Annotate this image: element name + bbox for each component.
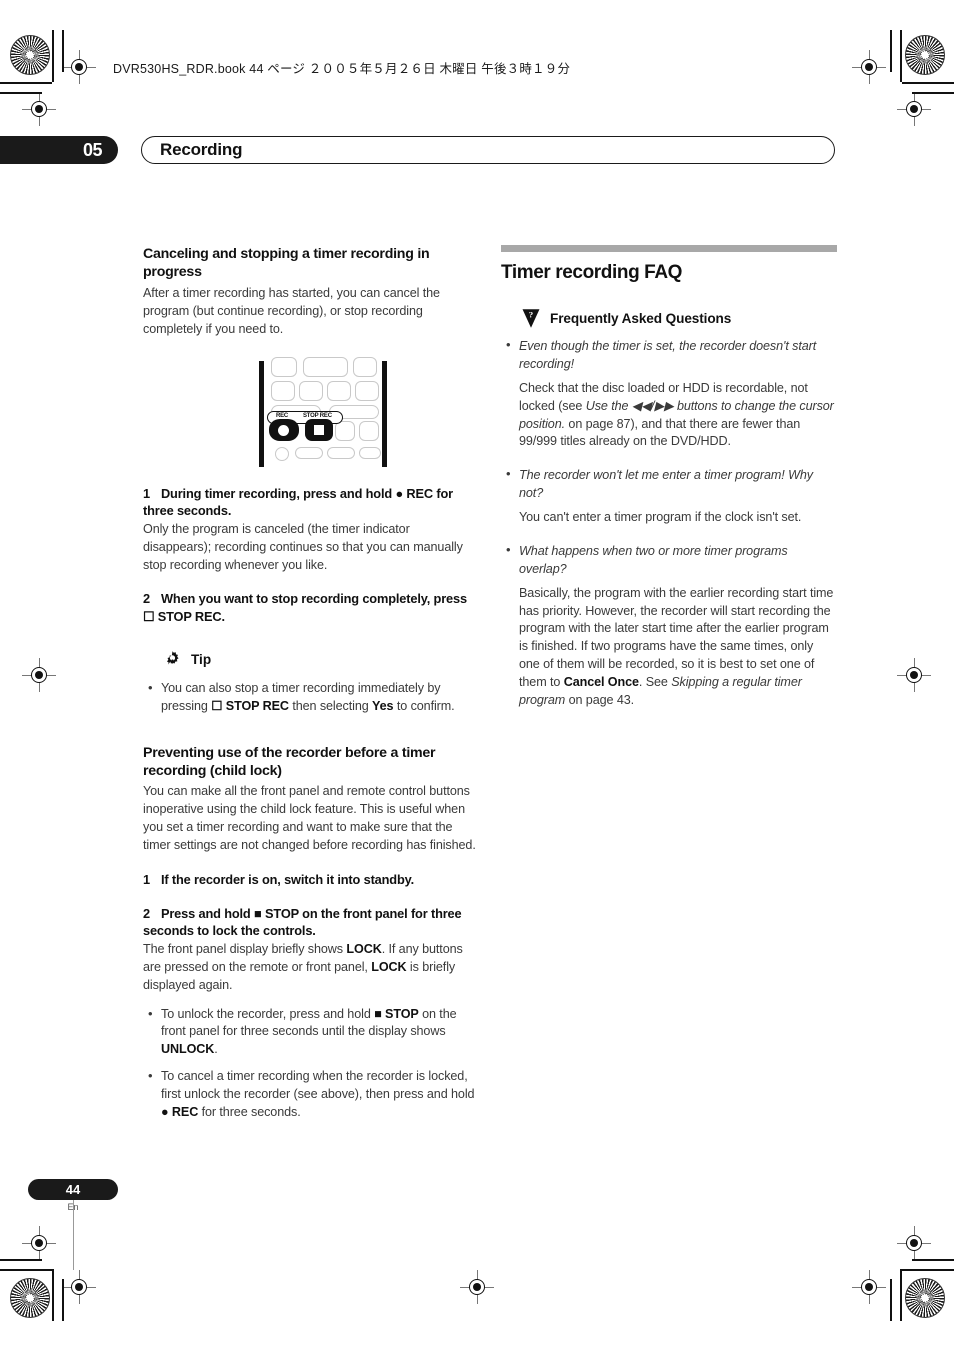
- faq-answer: Basically, the program with the earlier …: [519, 585, 834, 707]
- remote-button-r5c1: [275, 446, 289, 461]
- registration-mark-top-left: [62, 50, 96, 84]
- faq-answer: You can't enter a timer program if the c…: [519, 510, 802, 524]
- step-number: 2: [143, 905, 150, 921]
- faq-section-title: Timer recording FAQ: [501, 262, 683, 283]
- stop-rec-button-highlighted[interactable]: [305, 418, 333, 441]
- child-lock-bullet-unlock: To unlock the recorder, press and hold ■…: [143, 1005, 479, 1060]
- faq-item: Even though the timer is set, the record…: [501, 337, 837, 451]
- registration-mark-bottom-left-upper: [22, 1226, 56, 1260]
- rec-label: REC: [276, 412, 289, 419]
- step-2-child-lock: 2 Press and hold ■ STOP on the front pane…: [143, 905, 479, 940]
- faq-label: Frequently Asked Questions: [550, 311, 732, 326]
- left-column: Canceling and stopping a timer recording…: [143, 245, 479, 1131]
- rec-button-highlighted[interactable]: [269, 418, 299, 441]
- faq-answer: Check that the disc loaded or HDD is rec…: [519, 380, 834, 449]
- step-1-canceling: 1 During timer recording, press and hold …: [143, 485, 479, 520]
- registration-mark-bottom-center: [460, 1270, 494, 1304]
- step-text: If the recorder is on, switch it into st…: [160, 871, 415, 887]
- faq-question: What happens when two or more timer prog…: [519, 543, 788, 576]
- chapter-number: 05: [82, 139, 103, 160]
- step-1-body-canceling: Only the program is canceled (the timer …: [143, 521, 463, 572]
- print-density-target-bottom-left: [10, 1278, 50, 1318]
- child-lock-bullet-cancel: To cancel a timer recording when the rec…: [143, 1067, 479, 1122]
- step-text: When you want to stop recording complete…: [143, 591, 467, 625]
- chapter-number-badge: 05: [0, 136, 118, 164]
- registration-mark-mid-left: [22, 658, 56, 692]
- page-title: Recording: [160, 140, 243, 159]
- remote-right-edge: [382, 360, 387, 467]
- tip-block: Tip You can also stop a timer recording …: [143, 650, 479, 716]
- faq-item: What happens when two or more timer prog…: [501, 542, 837, 710]
- remote-button-r2c3: [327, 380, 351, 401]
- step-number: 2: [143, 591, 150, 607]
- remote-button-r5c2: [295, 446, 323, 459]
- faq-header: ? Frequently Asked Questions: [501, 308, 837, 329]
- remote-button-r2c2: [299, 380, 323, 401]
- remote-button-r2c1: [271, 380, 295, 401]
- step-1-child-lock: 1 If the recorder is on, switch it into s…: [143, 871, 479, 889]
- svg-text:?: ?: [529, 310, 533, 320]
- tip-header: Tip: [143, 650, 479, 669]
- registration-mark-top-left-lower: [22, 92, 56, 126]
- child-lock-bullet-list: To unlock the recorder, press and hold ■…: [143, 1005, 479, 1122]
- chapter-title-bar: Recording: [141, 136, 835, 164]
- faq-item: The recorder won't let me enter a timer …: [501, 466, 837, 527]
- tip-bullet-list: You can also stop a timer recording imme…: [143, 679, 479, 716]
- gear-icon: [163, 650, 182, 669]
- print-density-target-top-left: [10, 35, 50, 75]
- step-text: Press and hold ■ STOP on the front panel…: [143, 905, 462, 939]
- question-mark-triangle-icon: ?: [521, 308, 541, 329]
- registration-mark-bottom-right-upper: [897, 1226, 931, 1260]
- remote-button-r1c2: [303, 356, 348, 377]
- remote-button-r1c1: [271, 356, 297, 377]
- book-info-header: DVR530HS_RDR.book 44 ページ ２００５年５月２６日 木曜日 …: [113, 62, 571, 76]
- page-number-badge: 44: [28, 1179, 118, 1200]
- section-divider-rule: [501, 245, 837, 252]
- print-density-target-bottom-right: [905, 1278, 945, 1318]
- step-text: During timer recording, press and hold ●…: [143, 485, 454, 519]
- section-intro-canceling: After a timer recording has started, you…: [143, 285, 440, 336]
- section-heading-canceling-timer: Canceling and stopping a timer recording…: [143, 246, 430, 281]
- remote-button-r4c4: [359, 420, 379, 441]
- step-2-canceling: 2 When you want to stop recording complet…: [143, 590, 479, 625]
- footer-rule-vertical: [73, 1200, 74, 1270]
- remote-control-diagram: REC STOP REC: [253, 356, 393, 469]
- registration-mark-bottom-left: [62, 1270, 96, 1304]
- section-intro-child-lock: You can make all the front panel and rem…: [143, 784, 476, 853]
- print-density-target-top-right: [905, 35, 945, 75]
- remote-button-r5c3: [327, 446, 355, 459]
- remote-button-r2c4: [355, 380, 379, 401]
- remote-button-r1c3: [353, 356, 377, 377]
- tip-label: Tip: [191, 651, 212, 667]
- step-number: 1: [143, 485, 150, 501]
- registration-mark-bottom-right: [852, 1270, 886, 1304]
- remote-button-r4c3: [335, 420, 355, 441]
- registration-mark-mid-right: [897, 658, 931, 692]
- faq-question: The recorder won't let me enter a timer …: [519, 468, 813, 501]
- tip-bullet-item: You can also stop a timer recording imme…: [143, 679, 479, 716]
- right-column: Timer recording FAQ ? Frequently Asked Q…: [501, 245, 837, 726]
- registration-mark-top-right: [852, 50, 886, 84]
- step-2-body-child-lock: The front panel display briefly shows LO…: [143, 941, 463, 992]
- stop-rec-label: STOP REC: [303, 412, 332, 419]
- remote-left-edge: [259, 360, 264, 467]
- section-heading-child-lock: Preventing use of the recorder before a …: [143, 744, 436, 779]
- remote-button-r5c4: [359, 446, 381, 459]
- step-number: 1: [143, 871, 150, 887]
- registration-mark-top-right-lower: [897, 92, 931, 126]
- faq-question: Even though the timer is set, the record…: [519, 339, 817, 371]
- page-number: 44: [65, 1182, 81, 1197]
- faq-list: Even though the timer is set, the record…: [501, 337, 837, 710]
